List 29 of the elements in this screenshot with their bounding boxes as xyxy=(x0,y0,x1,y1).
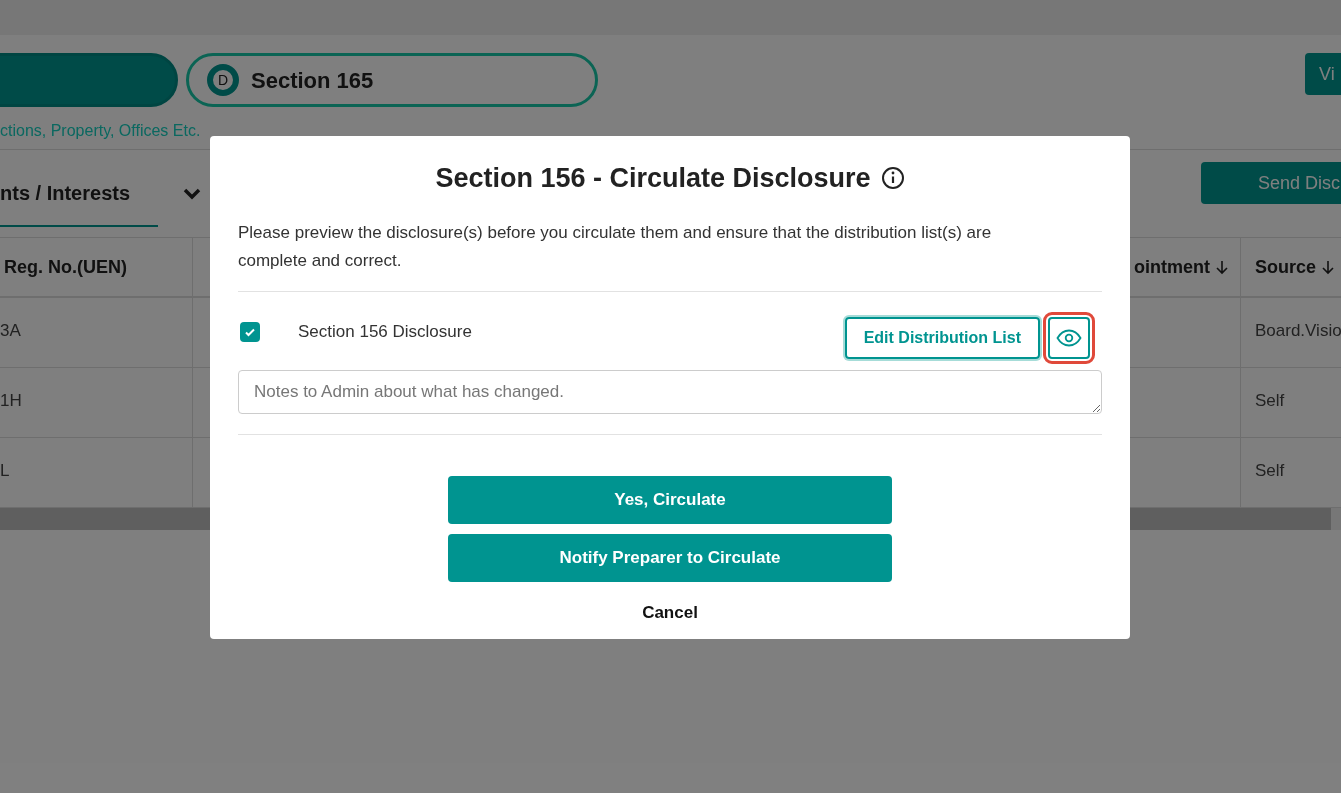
view-button[interactable]: Vi xyxy=(1305,53,1341,95)
column-header[interactable]: Source xyxy=(1255,253,1337,281)
cancel-button[interactable]: Cancel xyxy=(642,599,698,625)
table-cell: Self xyxy=(1255,461,1285,480)
edit-distribution-button[interactable]: Edit Distribution List xyxy=(844,316,1040,359)
tab[interactable]: nts / Interests xyxy=(0,160,158,227)
dialog-description: Please preview the disclosure(s) before you circulate them and ensure that the distribution list(s) are complete and correct. xyxy=(238,221,993,272)
section-tab[interactable]: D Section 165 xyxy=(186,53,598,107)
column-header[interactable]: ointment xyxy=(1134,253,1230,281)
table-cell: L xyxy=(0,461,10,480)
primary-button[interactable]: Notify Preparer to Circulate xyxy=(448,533,892,582)
dialog-title: Section 156 - Circulate Disclosure xyxy=(435,162,871,195)
sort-arrow-icon xyxy=(1214,259,1230,275)
column-header[interactable]: Reg. No.(UEN) xyxy=(4,253,127,281)
primary-button[interactable]: Yes, Circulate xyxy=(448,475,892,524)
sort-arrow-icon xyxy=(1320,259,1337,275)
table-cell: 1H xyxy=(0,391,22,410)
table-cell: 3A xyxy=(0,321,21,340)
chevron-down-icon xyxy=(182,186,202,201)
checkbox[interactable] xyxy=(240,321,260,342)
item-label: Section 156 Disclosure xyxy=(298,320,473,343)
badge-icon: D xyxy=(207,64,239,96)
table-cell: Self xyxy=(1255,391,1285,410)
notes-field[interactable]: Notes to Admin about what has changed. xyxy=(238,369,1102,414)
send-button[interactable]: Send Disc xyxy=(1201,162,1341,204)
eye-icon xyxy=(1056,328,1082,347)
info-icon[interactable] xyxy=(880,166,905,191)
subtitle: ctions, Property, Offices Etc. xyxy=(0,121,202,141)
table-cell: Board.Visio xyxy=(1255,321,1341,340)
